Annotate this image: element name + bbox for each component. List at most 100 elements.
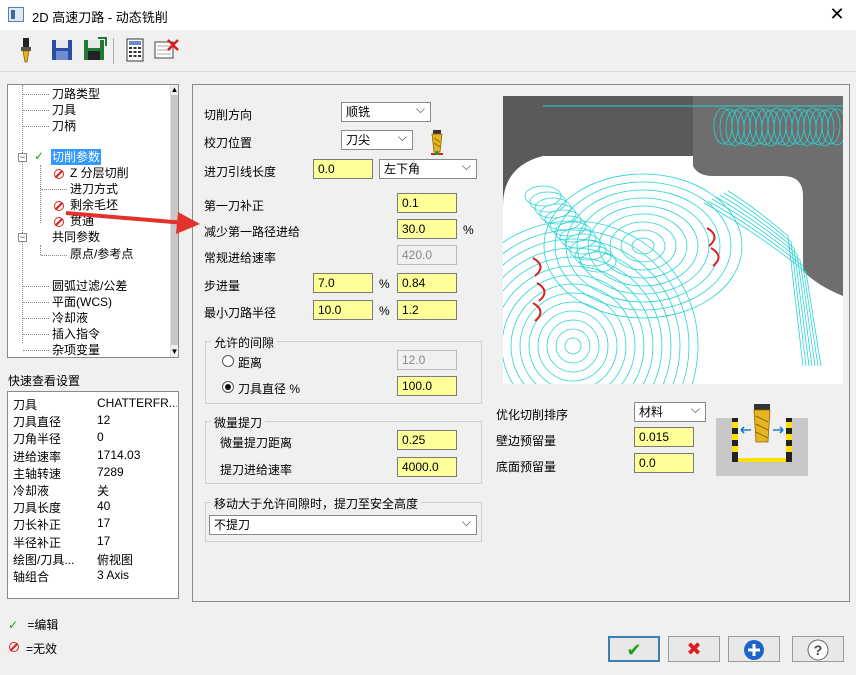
tree-line	[23, 110, 49, 111]
percent-unit: %	[379, 304, 390, 318]
toolbar	[0, 30, 856, 72]
help-button[interactable]: ?	[792, 636, 844, 662]
retract-select[interactable]: 不提刀	[209, 515, 477, 535]
wall-stock-field[interactable]: 0.015	[634, 427, 694, 447]
quick-view-key: 冷却液	[13, 484, 50, 498]
toolpath-preview-graphic	[503, 96, 843, 384]
toolpath-preview	[503, 96, 843, 384]
invalid-icon	[54, 201, 64, 211]
tool-icon[interactable]	[12, 36, 40, 64]
floor-stock-field[interactable]: 0.0	[634, 453, 694, 473]
check-icon: ✔	[626, 640, 642, 660]
tree-line	[23, 94, 49, 95]
normal-feed-field: 420.0	[397, 245, 457, 265]
close-icon[interactable]: ✕	[826, 3, 848, 25]
tree-item-planes[interactable]: 平面(WCS)	[52, 294, 112, 310]
quick-view-value: 7289	[97, 464, 124, 479]
tree-item-home-ref[interactable]: 原点/参考点	[70, 246, 133, 262]
min-radius-percent-field[interactable]: 10.0	[313, 300, 373, 320]
tree-scrollbar-thumb[interactable]	[171, 95, 178, 345]
quick-view-value: 40	[97, 499, 111, 514]
quick-view-value: 12	[97, 413, 111, 428]
optimize-order-label: 优化切削排序	[496, 408, 569, 422]
retract-group-title: 移动大于允许间隙时，提刀至安全高度	[211, 495, 422, 512]
tree-item-cut-params[interactable]: 切削参数	[51, 149, 102, 165]
collapse-icon[interactable]: −	[18, 153, 27, 162]
cut-direction-select[interactable]: 顺铣	[341, 102, 431, 122]
gap-tool-diameter-label: 刀具直径 %	[238, 382, 301, 396]
stepover-distance-field[interactable]: 0.84	[397, 273, 457, 293]
microlift-distance-label: 微量提刀距离	[220, 436, 293, 450]
gap-tool-diameter-radio[interactable]	[222, 381, 234, 393]
window-title: 2D 高速刀路 - 动态铣削	[32, 10, 168, 25]
tree-item-remaining-stock[interactable]: 剩余毛坯	[70, 197, 118, 213]
tree-item-canned-text[interactable]: 插入指令	[52, 326, 100, 342]
plus-circle-icon	[744, 640, 764, 660]
collapse-icon[interactable]: −	[18, 233, 27, 242]
tree-item-arc-filter[interactable]: 圆弧过滤/公差	[52, 278, 127, 294]
tree-item-entry-motion[interactable]: 进刀方式	[70, 181, 118, 197]
tree-item-depth-cuts[interactable]: Z 分层切削	[70, 165, 129, 181]
legend-edit: ✓ =编辑	[8, 616, 58, 633]
gap-distance-label: 距离	[238, 356, 263, 370]
scroll-down-icon[interactable]: ▼	[170, 347, 178, 356]
first-offset-label: 第一刀补正	[204, 199, 265, 213]
microlift-feed-field[interactable]: 4000.0	[397, 457, 457, 477]
legend-edit-label: =编辑	[27, 618, 59, 632]
quick-view-row: 冷却液 关	[13, 482, 173, 499]
lead-in-position-select[interactable]: 左下角	[379, 159, 477, 179]
quick-view-value: 0	[97, 430, 104, 445]
invalid-icon	[54, 217, 64, 227]
delete-icon[interactable]	[152, 36, 180, 64]
tool-tip-icon	[426, 130, 448, 160]
scroll-up-icon[interactable]: ▲	[170, 85, 178, 94]
save-icon[interactable]	[48, 36, 76, 64]
stepover-percent-field[interactable]: 7.0	[313, 273, 373, 293]
ok-button[interactable]: ✔	[608, 636, 660, 662]
tree-item-coolant[interactable]: 冷却液	[52, 310, 88, 326]
tree-item-break-through[interactable]: 贯通	[70, 213, 94, 229]
tree-item-tool[interactable]: 刀具	[52, 102, 76, 118]
optimize-order-select[interactable]: 材料	[634, 402, 706, 422]
quick-view-value: 1714.03	[97, 447, 141, 462]
window-icon	[8, 7, 24, 22]
quick-view-key: 刀具直径	[13, 415, 62, 430]
tree-line	[40, 165, 41, 223]
quick-view-rows: 刀具 CHATTERFR... 刀具直径 12 刀角半径 0 进给速率 1714.03 主轴转速…	[7, 394, 179, 594]
apply-button[interactable]	[728, 636, 780, 662]
first-offset-field[interactable]: 0.1	[397, 193, 457, 213]
cut-direction-label: 切削方向	[204, 108, 253, 122]
quick-view-value: 关	[97, 484, 110, 498]
tree-item-holder[interactable]: 刀柄	[52, 118, 76, 134]
lead-in-label: 进刀引线长度	[204, 165, 277, 179]
microlift-distance-field[interactable]: 0.25	[397, 430, 457, 450]
compensation-select[interactable]: 刀尖	[341, 130, 413, 150]
reduce-first-pass-field[interactable]: 30.0	[397, 219, 457, 239]
quick-view-row: 刀长补正 17	[13, 516, 173, 533]
stepover-label: 步进量	[204, 279, 241, 293]
check-icon: ✓	[34, 149, 45, 163]
gap-distance-field: 12.0	[397, 350, 457, 370]
gap-tool-diameter-field[interactable]: 100.0	[397, 376, 457, 396]
lead-in-field[interactable]: 0.0	[313, 159, 373, 179]
quick-view-row: 主轴转速 7289	[13, 465, 173, 482]
min-radius-distance-field[interactable]: 1.2	[397, 300, 457, 320]
gap-distance-radio[interactable]	[222, 355, 234, 367]
quick-view-row: 半径补正 17	[13, 534, 173, 551]
save-as-icon[interactable]	[80, 36, 108, 64]
parameter-tree: 刀路类型 刀具 刀柄 − ✓ 切削参数 Z 分层切削 进刀方式 剩余毛坯 贯通 …	[7, 84, 179, 358]
cancel-button[interactable]: ✖	[668, 636, 720, 662]
tree-line	[23, 302, 49, 303]
reduce-first-pass-label: 减少第一路径进给	[204, 225, 301, 239]
tree-item-misc-values[interactable]: 杂项变量	[52, 342, 100, 357]
tree-item-toolpath-type[interactable]: 刀路类型	[52, 86, 100, 102]
toolbar-separator	[113, 38, 114, 64]
tree-item-linking-params[interactable]: 共同参数	[52, 229, 100, 245]
stock-illustration	[716, 404, 808, 476]
check-icon: ✓	[8, 618, 19, 632]
tree-line	[22, 85, 23, 343]
calculator-icon[interactable]	[121, 36, 149, 64]
min-radius-label: 最小刀路半径	[204, 306, 277, 320]
invalid-icon	[9, 642, 19, 652]
quick-view-value: 17	[97, 516, 111, 531]
